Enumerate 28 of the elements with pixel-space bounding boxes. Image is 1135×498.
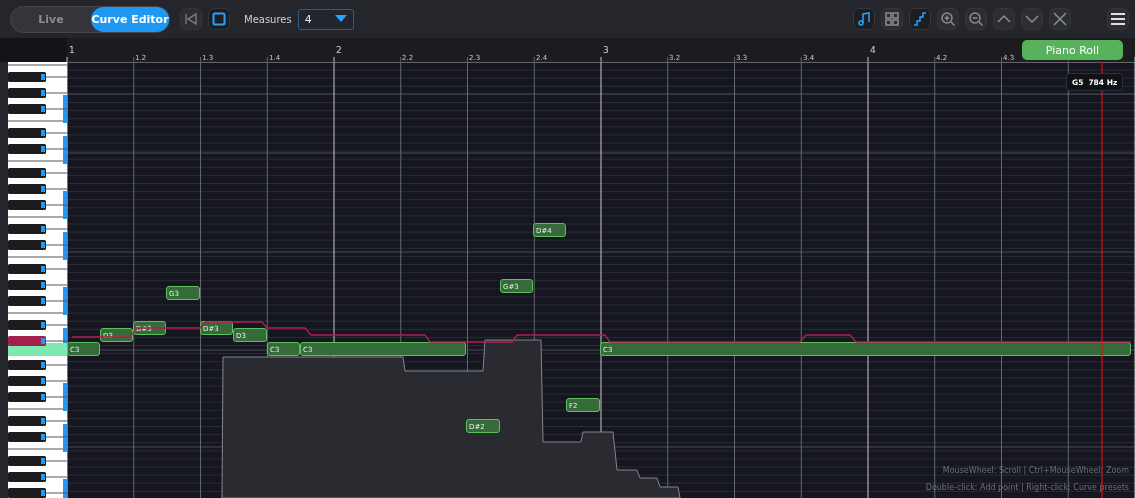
note-button[interactable] — [853, 8, 875, 30]
ruler-label: 3 — [603, 45, 609, 55]
zoom-in-button[interactable] — [937, 8, 959, 30]
measures-dropdown[interactable]: 4 — [297, 8, 354, 30]
down-button[interactable] — [1021, 8, 1043, 30]
caret-icon — [334, 15, 347, 23]
stop-icon — [212, 12, 226, 26]
grid-button[interactable] — [881, 8, 903, 30]
rewind-button[interactable] — [180, 8, 202, 30]
ruler-label: 4 — [870, 45, 876, 55]
up-button[interactable] — [993, 8, 1015, 30]
measures-label: Measures — [244, 13, 292, 25]
stop-button[interactable] — [208, 8, 230, 30]
music-note-icon — [856, 11, 872, 27]
zoom-out-icon — [968, 11, 984, 27]
zoom-in-icon — [940, 11, 956, 27]
skip-back-icon — [184, 12, 198, 26]
ruler-label: 1 — [69, 45, 75, 55]
zoom-out-button[interactable] — [965, 8, 987, 30]
close-button[interactable] — [1049, 8, 1071, 30]
menu-button[interactable] — [1107, 8, 1129, 30]
steps-button[interactable] — [909, 8, 931, 30]
staircase-icon — [912, 11, 928, 27]
ruler-label: 2 — [336, 45, 342, 55]
menu-icon — [1110, 12, 1126, 26]
close-icon — [1052, 11, 1068, 27]
grid-icon — [884, 11, 900, 27]
mode-tab[interactable]: Live — [11, 6, 91, 32]
